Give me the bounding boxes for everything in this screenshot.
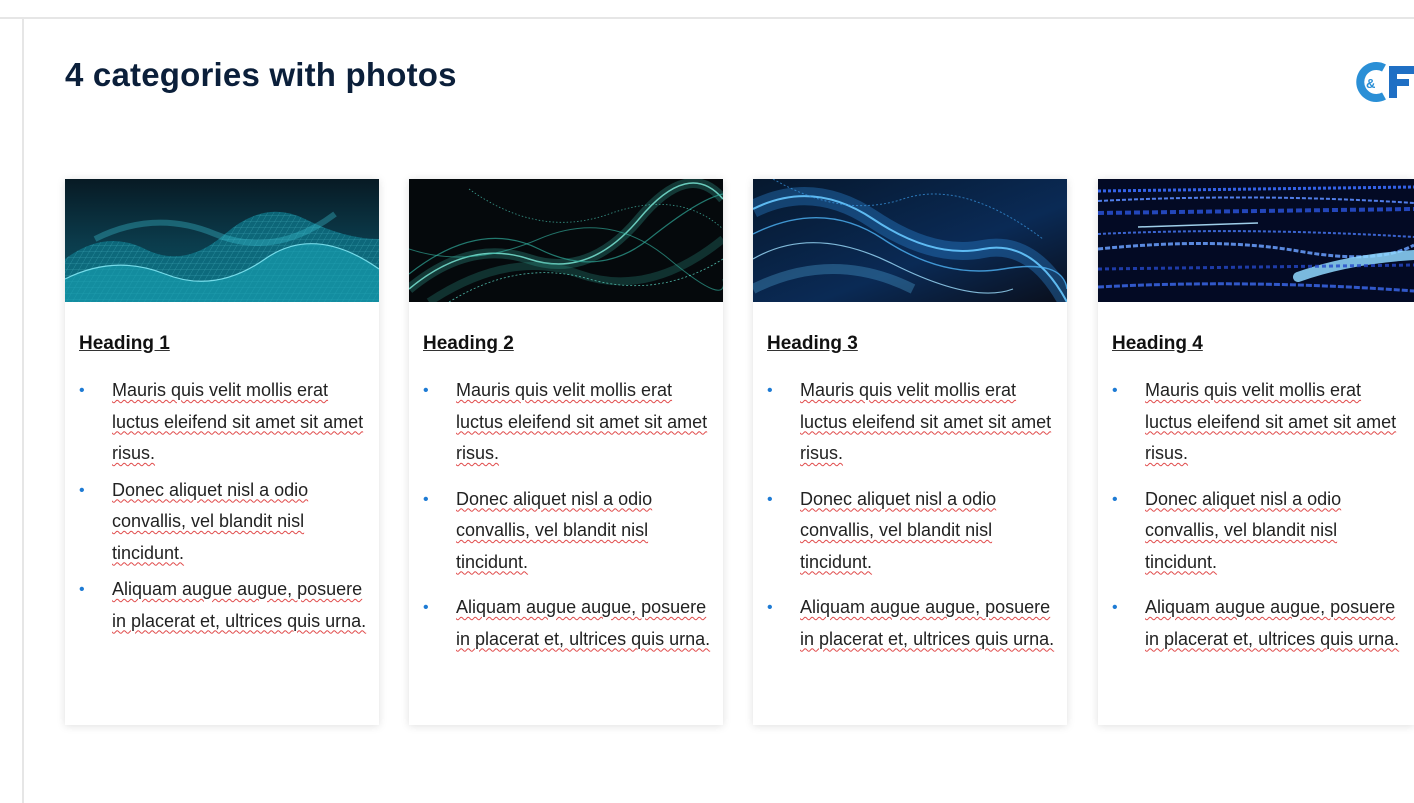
bullet-item: • Mauris quis velit mollis erat luctus el… bbox=[423, 375, 713, 470]
blue-wave-lines-photo bbox=[753, 179, 1067, 302]
slide-title: 4 categories with photos bbox=[65, 56, 457, 93]
bullet-dot-icon: • bbox=[767, 382, 773, 399]
card-heading: Heading 4 bbox=[1112, 333, 1203, 354]
bullet-list: • Mauris quis velit mollis erat luctus el… bbox=[1112, 375, 1402, 669]
bullet-item: • Aliquam augue augue, posuere in placera… bbox=[1112, 592, 1402, 655]
bullet-item: • Aliquam augue augue, posuere in placera… bbox=[767, 592, 1057, 655]
card-heading: Heading 2 bbox=[423, 333, 514, 354]
bullet-dot-icon: • bbox=[423, 599, 429, 616]
bullet-dot-icon: • bbox=[423, 490, 429, 508]
teal-wave-mesh-photo bbox=[65, 179, 379, 302]
category-card-1: Heading 1 • Mauris quis velit mollis erat… bbox=[65, 179, 379, 725]
bullet-item: • Donec aliquet nisl a odio convallis, ve… bbox=[423, 484, 713, 579]
bullet-item: • Mauris quis velit mollis erat luctus el… bbox=[79, 375, 369, 470]
category-card-3: Heading 3 • Mauris quis velit mollis erat… bbox=[753, 179, 1067, 725]
category-card-2: Heading 2 • Mauris quis velit mollis erat… bbox=[409, 179, 723, 725]
logo-amp: & bbox=[1366, 76, 1375, 91]
bullet-list: • Mauris quis velit mollis erat luctus el… bbox=[79, 375, 369, 642]
bullet-item: • Donec aliquet nisl a odio convallis, ve… bbox=[79, 475, 369, 570]
bullet-item: • Donec aliquet nisl a odio convallis, ve… bbox=[1112, 484, 1402, 579]
bullet-item: • Mauris quis velit mollis erat luctus el… bbox=[767, 375, 1057, 470]
bullet-list: • Mauris quis velit mollis erat luctus el… bbox=[767, 375, 1057, 669]
bullet-dot-icon: • bbox=[1112, 382, 1118, 399]
bullet-dot-icon: • bbox=[79, 581, 85, 598]
bullet-item: • Aliquam augue augue, posuere in placera… bbox=[79, 574, 369, 637]
bullet-dot-icon: • bbox=[79, 382, 85, 399]
bullet-dot-icon: • bbox=[1112, 490, 1118, 508]
bullet-dot-icon: • bbox=[767, 599, 773, 616]
green-particle-wave-photo bbox=[409, 179, 723, 302]
slide-top-border bbox=[0, 17, 1414, 19]
slide-left-border bbox=[22, 17, 24, 803]
card-heading: Heading 3 bbox=[767, 333, 858, 354]
category-card-4: Heading 4 • Mauris quis velit mollis erat… bbox=[1098, 179, 1414, 725]
cf-logo: & bbox=[1347, 60, 1414, 104]
bullet-list: • Mauris quis velit mollis erat luctus el… bbox=[423, 375, 713, 669]
bullet-dot-icon: • bbox=[423, 382, 429, 399]
card-heading: Heading 1 bbox=[79, 333, 170, 354]
blue-light-streaks-photo bbox=[1098, 179, 1414, 302]
bullet-dot-icon: • bbox=[1112, 599, 1118, 616]
bullet-item: • Mauris quis velit mollis erat luctus el… bbox=[1112, 375, 1402, 470]
bullet-dot-icon: • bbox=[79, 481, 85, 499]
bullet-item: • Donec aliquet nisl a odio convallis, ve… bbox=[767, 484, 1057, 579]
bullet-dot-icon: • bbox=[767, 490, 773, 508]
bullet-item: • Aliquam augue augue, posuere in placera… bbox=[423, 592, 713, 655]
